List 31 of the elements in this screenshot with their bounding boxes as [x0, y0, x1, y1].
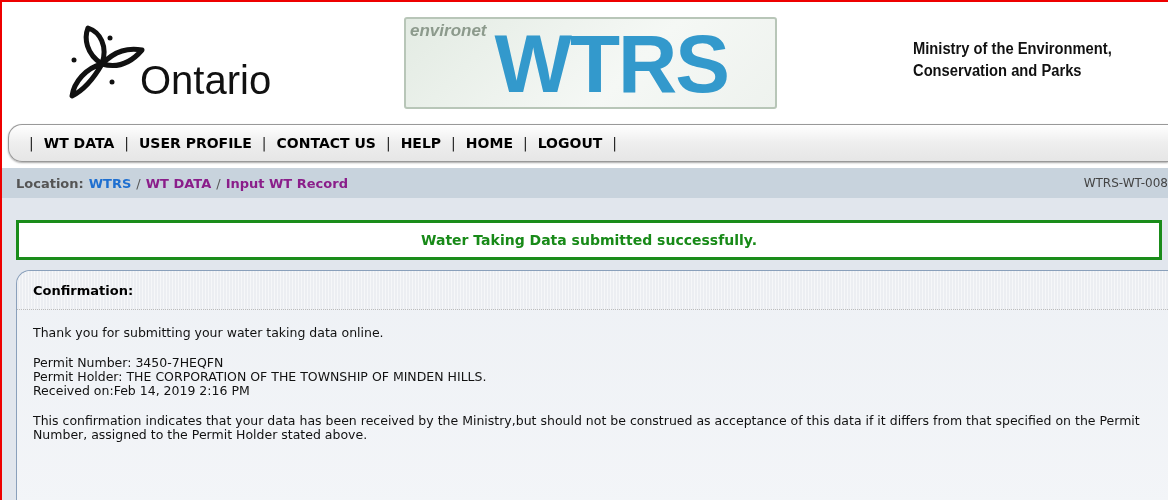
breadcrumb-label: Location: [16, 175, 84, 191]
nav-separator: | [124, 135, 129, 151]
breadcrumb-separator: / [216, 175, 221, 191]
banner-title: WTRS [494, 25, 728, 103]
breadcrumb-link[interactable]: Input WT Record [225, 175, 348, 191]
breadcrumb-separator: / [136, 175, 141, 191]
nav-separator: | [261, 135, 267, 151]
banner-subtitle: environet [410, 21, 487, 41]
detail-line: Received on:Feb 14, 2019 2:16 PM [33, 384, 250, 398]
disclaimer-text: This confirmation indicates that your data has been received by the Ministry,but should not be construed as acceptance of this data if it differs from that specified on the Permit Number, assigned to the Permit Holder stated above. [33, 414, 1141, 442]
nav-link[interactable]: WT DATA [43, 135, 115, 151]
thank-you-text: Thank you for submitting your water taking data online. [33, 326, 385, 340]
nav-separator: | [612, 135, 618, 151]
nav-link[interactable]: HOME [465, 135, 513, 151]
page-code: WTRS-WT-008 [1083, 176, 1168, 190]
success-message: Water Taking Data submitted successfully. [16, 220, 1162, 260]
nav-link[interactable]: LOGOUT [537, 135, 603, 151]
ministry-name: Ministry of the Environment, [913, 39, 1112, 59]
nav-separator: | [29, 135, 34, 151]
logo-text: Ontario [140, 60, 272, 100]
nav-separator: | [451, 135, 456, 151]
detail-line: Permit Holder: THE CORPORATION OF THE TOWNSHIP OF MINDEN HILLS. [33, 370, 487, 384]
nav-link[interactable]: USER PROFILE [139, 135, 252, 151]
nav-link[interactable]: CONTACT US [276, 135, 376, 151]
panel-title: Confirmation: [17, 271, 1168, 310]
breadcrumb-link[interactable]: WT DATA [145, 175, 212, 191]
nav-separator: | [522, 135, 528, 151]
ministry-name: Conservation and Parks [913, 61, 1083, 81]
detail-line: Permit Number: 3450-7HEQFN [33, 356, 224, 370]
nav-link[interactable]: HELP [400, 135, 442, 151]
nav-separator: | [385, 135, 391, 151]
